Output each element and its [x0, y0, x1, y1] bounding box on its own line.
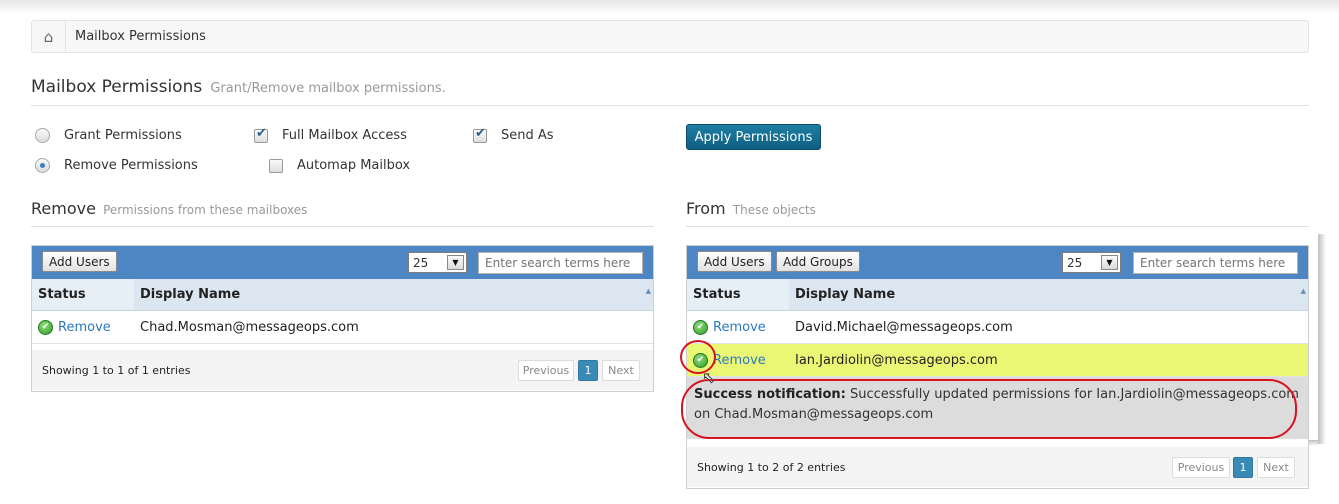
remove-entries-info: Showing 1 to 1 of 1 entries [42, 363, 191, 377]
apply-permissions-button[interactable]: Apply Permissions [686, 124, 821, 150]
remove-link[interactable]: Remove [713, 320, 766, 335]
row-display-name: Chad.Mosman@messageops.com [140, 319, 359, 335]
sort-asc-icon: ▲ [1300, 287, 1306, 295]
chevron-down-icon[interactable]: ▼ [447, 255, 464, 270]
home-icon[interactable]: ⌂ [32, 21, 66, 52]
from-section-title: From These objects [686, 199, 1309, 227]
sort-asc-icon: ▲ [645, 287, 651, 295]
remove-permissions-label: Remove Permissions [64, 158, 198, 173]
remove-page-size-select[interactable]: 25 ▼ [408, 252, 467, 273]
row-display-name: Ian.Jardiolin@messageops.com [795, 352, 998, 368]
remove-table-footer: Showing 1 to 1 of 1 entries Previous 1 N… [32, 350, 653, 390]
remove-link[interactable]: Remove [713, 353, 766, 368]
remove-col-display-name[interactable]: Display Name ▲ [134, 279, 653, 310]
from-table-toolbar: Add Users Add Groups 25 ▼ [687, 246, 1308, 279]
automap-mailbox-label: Automap Mailbox [297, 158, 411, 173]
table-row: ✔ Remove David.Michael@messageops.com [687, 311, 1308, 344]
remove-previous-button[interactable]: Previous [518, 360, 574, 381]
remove-col-status[interactable]: Status [32, 279, 134, 310]
automap-mailbox-option[interactable]: Automap Mailbox [269, 158, 410, 173]
page-title-subtitle: Grant/Remove mailbox permissions. [210, 81, 446, 96]
remove-section-heading: Remove [31, 199, 96, 218]
table-row-highlighted: ✔ Remove Ian.Jardiolin@messageops.com [687, 344, 1308, 377]
check-circle-icon: ✔ [38, 319, 53, 335]
from-col-status[interactable]: Status [687, 279, 789, 310]
remove-col-display-name-label: Display Name [140, 287, 241, 302]
grant-permissions-option[interactable]: Grant Permissions [35, 128, 182, 143]
remove-permissions-radio[interactable] [35, 158, 50, 173]
full-mailbox-access-option[interactable]: Full Mailbox Access [254, 126, 407, 143]
table-row: ✔ Remove Chad.Mosman@messageops.com [32, 311, 653, 344]
from-search-input[interactable] [1133, 252, 1298, 274]
page-title: Mailbox Permissions Grant/Remove mailbox… [31, 77, 1309, 106]
from-previous-button[interactable]: Previous [1172, 457, 1230, 478]
from-page-1-button[interactable]: 1 [1233, 457, 1253, 478]
from-table-footer: Showing 1 to 2 of 2 entries Previous 1 N… [687, 447, 1308, 487]
from-table-header: Status Display Name ▲ [687, 279, 1308, 311]
from-add-groups-button[interactable]: Add Groups [776, 251, 860, 272]
full-mailbox-access-label: Full Mailbox Access [282, 128, 407, 143]
automap-mailbox-checkbox[interactable] [269, 158, 283, 173]
breadcrumb-current: Mailbox Permissions [75, 29, 206, 44]
from-page-size-value: 25 [1067, 255, 1083, 270]
row-status: ✔ Remove [38, 319, 111, 335]
breadcrumb: ⌂ Mailbox Permissions [31, 20, 1309, 53]
from-add-users-button[interactable]: Add Users [697, 251, 772, 272]
from-section-subtitle: These objects [732, 203, 816, 217]
from-col-display-name-label: Display Name [795, 287, 896, 302]
mouse-pointer-icon: ⬁ [702, 368, 716, 387]
from-col-display-name[interactable]: Display Name ▲ [789, 279, 1308, 310]
grant-permissions-radio[interactable] [35, 128, 50, 143]
remove-search-input[interactable] [478, 252, 643, 274]
chevron-down-icon[interactable]: ▼ [1101, 255, 1118, 270]
row-status: ✔ Remove [693, 319, 766, 335]
remove-link[interactable]: Remove [58, 320, 111, 335]
remove-table-toolbar: Add Users 25 ▼ [32, 246, 653, 279]
remove-permissions-option[interactable]: Remove Permissions [35, 158, 198, 173]
send-as-option[interactable]: Send As [473, 126, 554, 143]
top-fade [0, 0, 1339, 14]
remove-section-subtitle: Permissions from these mailboxes [103, 203, 308, 217]
grant-permissions-label: Grant Permissions [64, 128, 182, 143]
send-as-checkbox[interactable] [473, 126, 487, 143]
from-next-button[interactable]: Next [1257, 457, 1295, 478]
panel-shadow-right [1318, 234, 1326, 444]
remove-section-title: Remove Permissions from these mailboxes [31, 199, 654, 227]
page-title-main: Mailbox Permissions [31, 77, 203, 97]
remove-page-1-button[interactable]: 1 [578, 360, 598, 381]
remove-next-button[interactable]: Next [602, 360, 640, 381]
from-section-heading: From [686, 199, 726, 218]
row-display-name: David.Michael@messageops.com [795, 319, 1013, 335]
remove-table-header: Status Display Name ▲ [32, 279, 653, 311]
from-table-panel: Add Users Add Groups 25 ▼ Status Display… [686, 245, 1309, 489]
full-mailbox-access-checkbox[interactable] [254, 126, 268, 143]
remove-table-panel: Add Users 25 ▼ Status Display Name ▲ ✔ R… [31, 245, 654, 392]
check-circle-icon: ✔ [693, 319, 708, 335]
remove-page-size-value: 25 [413, 255, 429, 270]
from-page-size-select[interactable]: 25 ▼ [1062, 252, 1121, 273]
remove-add-users-button[interactable]: Add Users [42, 251, 117, 272]
from-entries-info: Showing 1 to 2 of 2 entries [697, 460, 846, 474]
annotation-oval-notification [681, 379, 1297, 439]
send-as-label: Send As [501, 128, 554, 143]
